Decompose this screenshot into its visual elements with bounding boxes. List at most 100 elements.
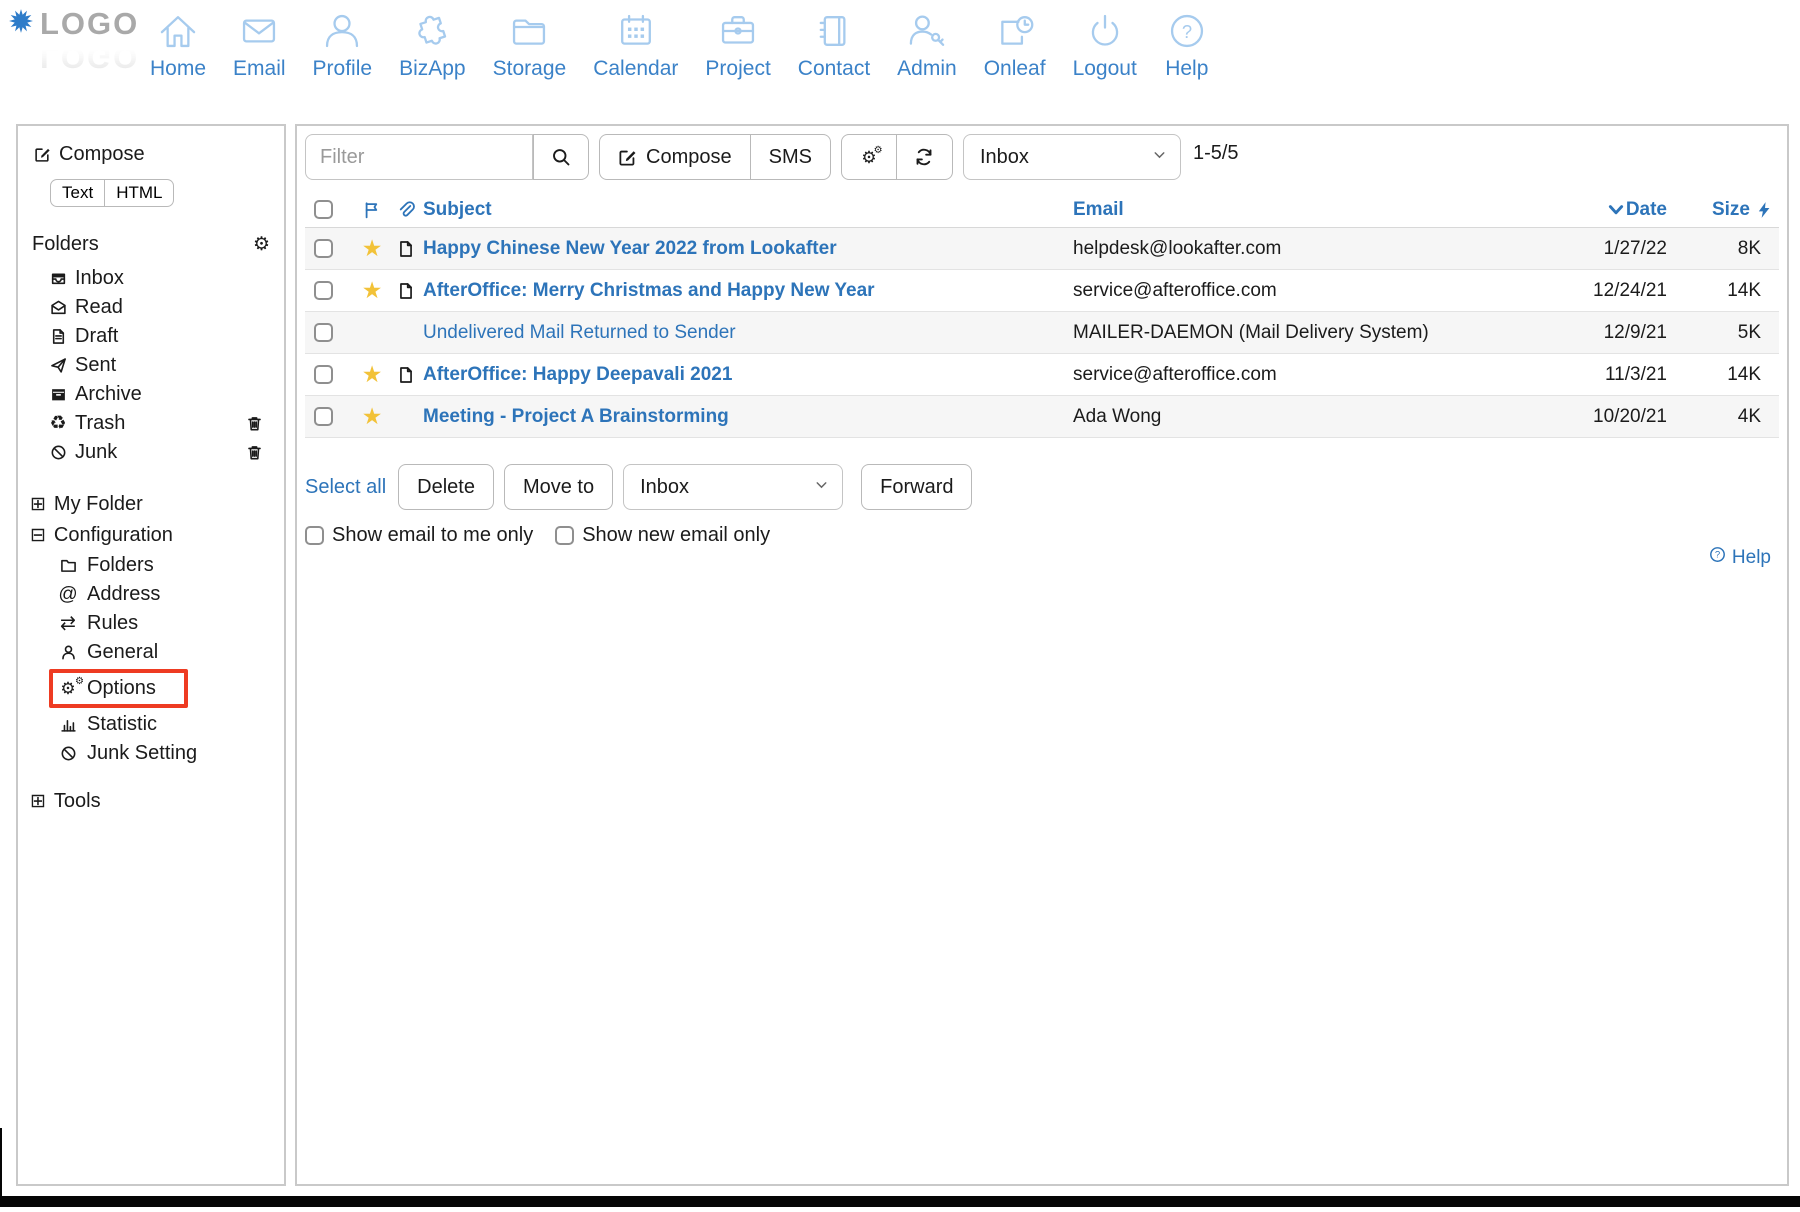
row-checkbox[interactable] <box>314 323 333 342</box>
sidebar-item-my-folder[interactable]: ⊞ My Folder <box>30 489 272 520</box>
mail-date: 12/9/21 <box>1525 322 1675 344</box>
sidebar-item-address[interactable]: @ Address <box>58 580 272 609</box>
mailbox-select[interactable]: Inbox <box>963 134 1181 180</box>
question-circle-icon: ? <box>1164 8 1210 54</box>
select-all-link[interactable]: Select all <box>305 476 386 499</box>
paperclip-icon[interactable] <box>397 201 415 219</box>
star-icon[interactable]: ★ <box>362 405 383 428</box>
nav-label: Onleaf <box>984 57 1046 81</box>
mail-date: 10/20/21 <box>1525 406 1675 428</box>
mail-subject-link[interactable]: Undelivered Mail Returned to Sender <box>423 322 1073 344</box>
sidebar-item-options[interactable]: ⚙⚙ Options <box>58 674 156 703</box>
sidebar-item-junk[interactable]: Junk <box>30 438 272 467</box>
nav-item-contact[interactable]: Contact <box>798 8 870 81</box>
row-checkbox[interactable] <box>314 407 333 426</box>
row-checkbox[interactable] <box>314 365 333 384</box>
sidebar-item-inbox[interactable]: Inbox <box>30 264 272 293</box>
config-label: General <box>87 638 158 667</box>
mail-subject-link[interactable]: AfterOffice: Merry Christmas and Happy N… <box>423 280 1073 302</box>
filter-input[interactable] <box>305 134 533 180</box>
sidebar-item-read[interactable]: Read <box>30 293 272 322</box>
logo-reflection: LOGO <box>40 39 139 75</box>
message-range: 1-5/5 <box>1193 134 1239 165</box>
nav-item-admin[interactable]: Admin <box>897 8 957 81</box>
nav-item-calendar[interactable]: Calendar <box>593 8 678 81</box>
move-to-button[interactable]: Move to <box>504 464 613 510</box>
show-email-to-me-checkbox[interactable] <box>305 526 324 545</box>
star-icon[interactable]: ★ <box>362 363 383 386</box>
nav-item-bizapp[interactable]: BizApp <box>399 8 466 81</box>
settings-button[interactable]: ⚙⚙ <box>841 134 897 180</box>
folder-label: Junk <box>75 438 117 467</box>
move-target-select[interactable]: Inbox <box>623 464 843 510</box>
select-all-checkbox[interactable] <box>314 200 333 219</box>
folder-label: Trash <box>75 409 125 438</box>
date-column-header[interactable]: Date <box>1525 199 1675 221</box>
nav-item-home[interactable]: Home <box>150 8 206 81</box>
nav-item-logout[interactable]: Logout <box>1073 8 1137 81</box>
nav-item-project[interactable]: Project <box>705 8 770 81</box>
refresh-button[interactable] <box>897 134 953 180</box>
sidebar-item-trash[interactable]: ♻ Trash <box>30 409 272 438</box>
compose-link[interactable]: Compose <box>32 140 272 169</box>
nav-item-profile[interactable]: Profile <box>313 8 373 81</box>
sidebar-item-statistic[interactable]: Statistic <box>58 710 272 739</box>
show-email-to-me-label: Show email to me only <box>332 524 533 547</box>
size-column-header[interactable]: Size <box>1675 199 1779 221</box>
sidebar: Compose Text HTML Folders ⚙ Inbox Read D… <box>16 124 286 1186</box>
sidebar-item-sent[interactable]: Sent <box>30 351 272 380</box>
star-icon[interactable]: ★ <box>362 279 383 302</box>
mail-subject-link[interactable]: Meeting - Project A Brainstorming <box>423 406 1073 428</box>
trash-can-icon[interactable] <box>244 415 264 432</box>
compose-icon <box>618 148 637 167</box>
document-clock-icon <box>992 8 1038 54</box>
collapse-minus-icon[interactable]: ⊟ <box>30 520 46 551</box>
forward-button[interactable]: Forward <box>861 464 972 510</box>
mail-subject-link[interactable]: Happy Chinese New Year 2022 from Lookaft… <box>423 238 1073 260</box>
nav-item-onleaf[interactable]: Onleaf <box>984 8 1046 81</box>
mail-sender: service@afteroffice.com <box>1073 280 1525 302</box>
search-button[interactable] <box>533 134 589 180</box>
nav-item-help[interactable]: ? Help <box>1164 8 1210 81</box>
mail-table: Subject Email Date Size ★ Happy Chinese … <box>305 192 1779 438</box>
folder-list: Inbox Read Draft Sent Archive ♻ Trash Ju… <box>30 264 272 467</box>
text-mode-button[interactable]: Text <box>50 179 105 207</box>
gears-icon: ⚙⚙ <box>861 149 876 166</box>
sidebar-item-draft[interactable]: Draft <box>30 322 272 351</box>
top-navigation: Home Email Profile BizApp Storage Calend… <box>150 8 1210 81</box>
sidebar-item-config-folders[interactable]: Folders <box>58 551 272 580</box>
help-link[interactable]: ? Help <box>1709 546 1771 569</box>
arrows-swap-icon: ⇄ <box>58 614 78 633</box>
trash-can-icon[interactable] <box>244 444 264 461</box>
sidebar-item-configuration[interactable]: ⊟ Configuration <box>30 520 272 551</box>
mail-row[interactable]: ★ AfterOffice: Merry Christmas and Happy… <box>305 270 1779 312</box>
flag-column-icon[interactable] <box>363 201 381 219</box>
sidebar-item-junk-setting[interactable]: Junk Setting <box>58 739 272 768</box>
mail-row[interactable]: ★ AfterOffice: Happy Deepavali 2021 serv… <box>305 354 1779 396</box>
email-column-header[interactable]: Email <box>1073 199 1525 221</box>
tree-label: Tools <box>54 786 101 817</box>
sidebar-item-rules[interactable]: ⇄ Rules <box>58 609 272 638</box>
row-checkbox[interactable] <box>314 239 333 258</box>
expand-plus-icon[interactable]: ⊞ <box>30 489 46 520</box>
star-icon[interactable]: ★ <box>362 237 383 260</box>
subject-column-header[interactable]: Subject <box>423 199 1073 221</box>
nav-item-storage[interactable]: Storage <box>493 8 567 81</box>
mail-row[interactable]: ★ Meeting - Project A Brainstorming Ada … <box>305 396 1779 438</box>
sms-button[interactable]: SMS <box>751 134 831 180</box>
sidebar-item-general[interactable]: General <box>58 638 272 667</box>
compose-button[interactable]: Compose <box>599 134 751 180</box>
mail-subject-link[interactable]: AfterOffice: Happy Deepavali 2021 <box>423 364 1073 386</box>
sidebar-item-tools[interactable]: ⊞ Tools <box>30 786 272 817</box>
expand-plus-icon[interactable]: ⊞ <box>30 786 46 817</box>
html-mode-button[interactable]: HTML <box>105 179 174 207</box>
delete-button[interactable]: Delete <box>398 464 494 510</box>
sidebar-item-archive[interactable]: Archive <box>30 380 272 409</box>
starburst-icon <box>8 8 34 34</box>
show-new-email-checkbox[interactable] <box>555 526 574 545</box>
nav-item-email[interactable]: Email <box>233 8 286 81</box>
row-checkbox[interactable] <box>314 281 333 300</box>
gear-icon[interactable]: ⚙ <box>253 235 270 254</box>
mail-row[interactable]: Undelivered Mail Returned to Sender MAIL… <box>305 312 1779 354</box>
mail-row[interactable]: ★ Happy Chinese New Year 2022 from Looka… <box>305 228 1779 270</box>
